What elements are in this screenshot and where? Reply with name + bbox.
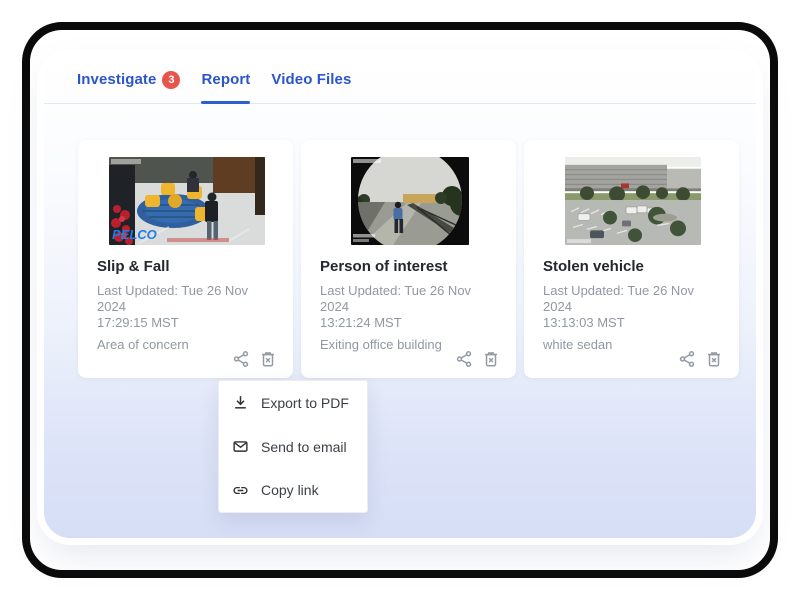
tab-bar: Investigate 3 Report Video Files (44, 56, 756, 104)
delete-icon[interactable] (482, 350, 500, 368)
share-icon[interactable] (455, 350, 473, 368)
card-last-updated-line2: 17:29:15 MST (97, 315, 277, 331)
camera-snapshot-parking-lot[interactable] (565, 157, 701, 245)
tab-video-files[interactable]: Video Files (271, 56, 351, 103)
camera-snapshot-lobby[interactable]: PELCO (109, 157, 265, 245)
menu-item-send-email[interactable]: Send to email (219, 425, 367, 469)
report-card-slip-and-fall: PELCO Slip & Fall Last Updated: Tue 26 N… (78, 140, 293, 378)
report-card-stolen-vehicle: Stolen vehicle Last Updated: Tue 26 Nov … (524, 140, 739, 378)
card-title: Slip & Fall (97, 258, 277, 275)
menu-item-export-pdf[interactable]: Export to PDF (219, 381, 367, 425)
card-last-updated-line2: 13:21:24 MST (320, 315, 500, 331)
card-title: Stolen vehicle (543, 258, 723, 275)
card-actions (678, 350, 723, 368)
share-icon[interactable] (232, 350, 250, 368)
app-window: Investigate 3 Report Video Files (44, 56, 756, 538)
report-card-person-of-interest: Person of interest Last Updated: Tue 26 … (301, 140, 516, 378)
card-last-updated-line2: 13:13:03 MST (543, 315, 723, 331)
delete-icon[interactable] (259, 350, 277, 368)
download-icon (232, 394, 249, 411)
tab-investigate[interactable]: Investigate 3 (77, 56, 180, 103)
pelco-watermark: PELCO (112, 227, 157, 242)
tab-video-files-label: Video Files (271, 71, 351, 88)
card-last-updated-line1: Last Updated: Tue 26 Nov 2024 (543, 283, 723, 315)
card-actions (455, 350, 500, 368)
menu-item-label: Send to email (261, 439, 347, 455)
report-card-list: PELCO Slip & Fall Last Updated: Tue 26 N… (44, 104, 756, 378)
mail-icon (232, 438, 249, 455)
share-icon[interactable] (678, 350, 696, 368)
card-title: Person of interest (320, 258, 500, 275)
link-icon (232, 482, 249, 499)
camera-snapshot-fisheye[interactable] (351, 157, 469, 245)
tab-report-label: Report (201, 71, 250, 88)
card-last-updated-line1: Last Updated: Tue 26 Nov 2024 (97, 283, 277, 315)
card-actions (232, 350, 277, 368)
investigate-count-badge: 3 (162, 71, 180, 89)
tab-report[interactable]: Report (201, 56, 250, 103)
card-last-updated-line1: Last Updated: Tue 26 Nov 2024 (320, 283, 500, 315)
menu-item-copy-link[interactable]: Copy link (219, 468, 367, 512)
card-context-menu: Export to PDF Send to email Copy link (218, 380, 368, 513)
menu-item-label: Export to PDF (261, 395, 349, 411)
menu-item-label: Copy link (261, 482, 319, 498)
tab-investigate-label: Investigate (77, 71, 156, 88)
delete-icon[interactable] (705, 350, 723, 368)
